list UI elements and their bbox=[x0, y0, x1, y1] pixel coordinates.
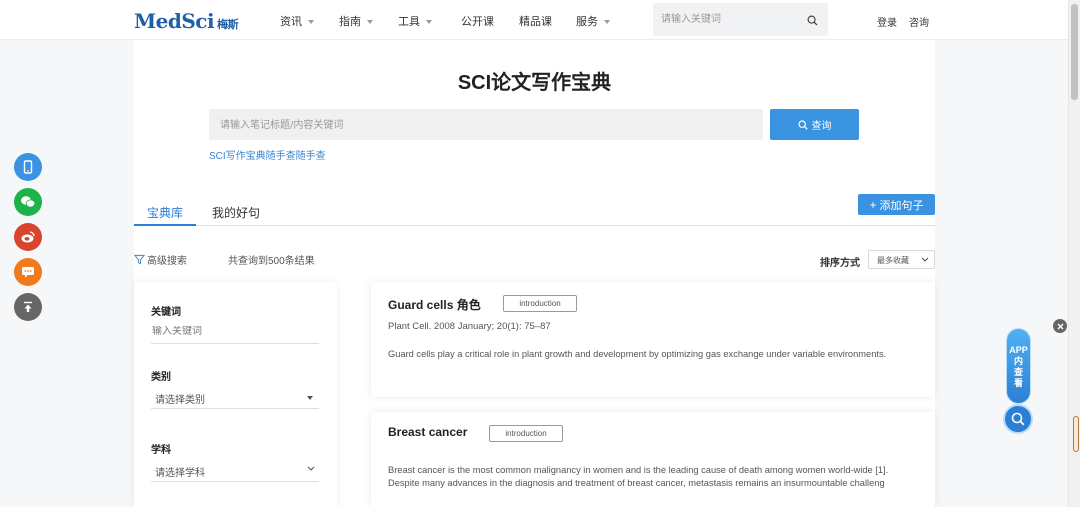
advanced-search-label: 高级搜索 bbox=[147, 256, 187, 267]
nav-guides-label: 指南 bbox=[339, 16, 361, 28]
query-button[interactable]: 查询 bbox=[770, 109, 859, 140]
category-label: 类别 bbox=[151, 372, 171, 383]
advanced-search-link[interactable]: 高级搜索 bbox=[134, 252, 187, 267]
back-to-top-button[interactable] bbox=[14, 293, 42, 321]
nav-services-label: 服务 bbox=[576, 16, 598, 28]
header-search bbox=[653, 3, 828, 36]
plus-icon: + bbox=[869, 197, 877, 212]
search-icon bbox=[1011, 412, 1025, 426]
nav-premium-course-label: 精品课 bbox=[519, 16, 552, 28]
main-content: SCI论文写作宝典 查询 SCI写作宝典随手查随手查 宝典库 我的好句 + 添加… bbox=[134, 40, 935, 507]
chevron-down-icon bbox=[367, 20, 373, 25]
medsci-logo[interactable]: MedSci 梅斯 bbox=[134, 9, 239, 33]
caret-down-icon bbox=[307, 396, 313, 400]
logo-cn-text: 梅斯 bbox=[217, 18, 239, 31]
add-sentence-label: 添加句子 bbox=[879, 199, 924, 212]
subject-select[interactable]: 请选择学科 bbox=[151, 460, 319, 482]
category-value: 请选择类别 bbox=[155, 395, 205, 406]
consult-link[interactable]: 咨询 bbox=[909, 14, 929, 29]
quick-lookup-link[interactable]: SCI写作宝典随手查随手查 bbox=[209, 147, 326, 162]
chevron-down-icon bbox=[307, 466, 315, 471]
nav-guides[interactable]: 指南 bbox=[339, 13, 373, 29]
result-card[interactable]: Guard cells 角色 introduction Plant Cell. … bbox=[371, 282, 935, 397]
side-slider-handle[interactable] bbox=[1073, 416, 1079, 452]
result-text-line1: Breast cancer is the most common maligna… bbox=[388, 465, 889, 475]
result-title[interactable]: Breast cancer bbox=[388, 425, 467, 439]
note-search-box bbox=[209, 109, 763, 140]
comment-button[interactable] bbox=[14, 258, 42, 286]
arrow-up-icon bbox=[24, 301, 32, 312]
sort-select[interactable]: 最多收藏 bbox=[868, 250, 935, 269]
scrollbar-thumb[interactable] bbox=[1071, 4, 1078, 100]
nav-open-course[interactable]: 公开课 bbox=[461, 13, 494, 29]
wechat-share-button[interactable] bbox=[14, 188, 42, 216]
result-text-line2: Despite many advances in the diagnosis a… bbox=[388, 478, 885, 488]
result-text: Guard cells play a critical role in plan… bbox=[388, 349, 887, 359]
phone-share-button[interactable] bbox=[14, 153, 42, 181]
app-label-line1: APP bbox=[1009, 345, 1028, 355]
keyword-input[interactable] bbox=[152, 326, 312, 337]
filter-panel: 关键词 类别 请选择类别 学科 请选择学科 bbox=[134, 282, 337, 507]
filter-icon bbox=[134, 254, 145, 265]
nav-news-label: 资讯 bbox=[280, 16, 302, 28]
app-search-button[interactable] bbox=[1003, 404, 1033, 434]
sort-value: 最多收藏 bbox=[877, 256, 909, 265]
wechat-icon bbox=[21, 196, 36, 208]
app-label-line3: 查 bbox=[1013, 367, 1023, 377]
app-label-line2: 内 bbox=[1013, 356, 1023, 366]
app-view-widget[interactable]: APP 内 查 看 bbox=[1006, 328, 1031, 404]
nav-premium-course[interactable]: 精品课 bbox=[519, 13, 552, 29]
login-link[interactable]: 登录 bbox=[877, 14, 897, 29]
close-icon bbox=[1057, 323, 1063, 329]
weibo-icon bbox=[21, 231, 35, 243]
keyword-label: 关键词 bbox=[151, 307, 181, 318]
subject-label: 学科 bbox=[151, 445, 171, 456]
note-search-input[interactable] bbox=[220, 117, 740, 133]
active-tab-indicator bbox=[134, 224, 196, 226]
app-label-line4: 看 bbox=[1013, 378, 1023, 388]
tab-bar: 宝典库 我的好句 bbox=[134, 196, 935, 226]
result-tag: introduction bbox=[503, 295, 577, 312]
nav-news[interactable]: 资讯 bbox=[280, 13, 314, 29]
header-search-input[interactable] bbox=[661, 11, 801, 28]
chevron-down-icon bbox=[308, 20, 314, 25]
nav-tools-label: 工具 bbox=[398, 16, 420, 28]
chevron-down-icon bbox=[604, 20, 610, 25]
result-citation: Plant Cell. 2008 January; 20(1): 75–87 bbox=[388, 321, 551, 332]
chat-bubble-icon bbox=[22, 267, 34, 278]
search-icon[interactable] bbox=[807, 13, 818, 31]
category-select[interactable]: 请选择类别 bbox=[151, 387, 319, 409]
result-tag: introduction bbox=[489, 425, 563, 442]
tab-library[interactable]: 宝典库 bbox=[147, 204, 183, 221]
nav-open-course-label: 公开课 bbox=[461, 16, 494, 28]
keyword-field bbox=[151, 322, 319, 344]
add-sentence-button[interactable]: + 添加句子 bbox=[858, 194, 935, 215]
top-header: MedSci梅斯 资讯 指南 工具 公开课 精品课 服务 登录 咨询 bbox=[0, 0, 1068, 40]
chevron-down-icon bbox=[426, 20, 432, 25]
result-title[interactable]: Guard cells 角色 bbox=[388, 296, 481, 313]
result-count: 共查询到500条结果 bbox=[228, 256, 315, 267]
search-icon bbox=[797, 119, 808, 130]
subject-value: 请选择学科 bbox=[155, 468, 205, 479]
result-card[interactable]: Breast cancer introduction Breast cancer… bbox=[371, 412, 935, 507]
weibo-share-button[interactable] bbox=[14, 223, 42, 251]
chevron-down-icon bbox=[921, 257, 929, 262]
logo-text: MedSci bbox=[134, 9, 215, 33]
mobile-phone-icon bbox=[23, 160, 33, 174]
query-button-label: 查询 bbox=[811, 121, 832, 132]
nav-services[interactable]: 服务 bbox=[576, 13, 610, 29]
close-app-widget-button[interactable] bbox=[1053, 319, 1067, 333]
page-title: SCI论文写作宝典 bbox=[457, 72, 612, 94]
tab-my-sentences[interactable]: 我的好句 bbox=[212, 204, 260, 221]
sort-label: 排序方式 bbox=[820, 258, 860, 269]
nav-tools[interactable]: 工具 bbox=[398, 13, 432, 29]
